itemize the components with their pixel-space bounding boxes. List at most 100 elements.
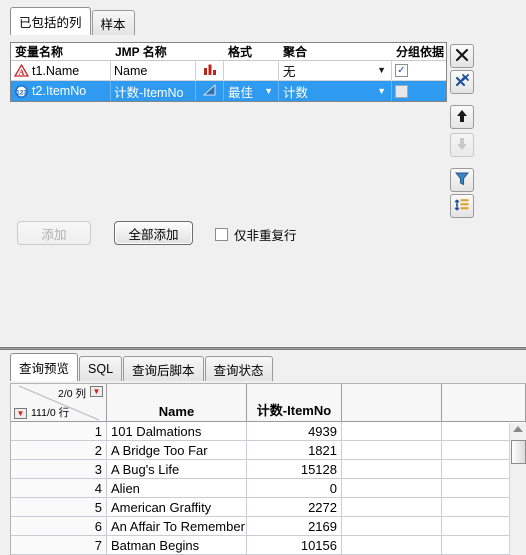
row-distribution-cell[interactable] [196,81,224,101]
table-vertical-scrollbar[interactable] [509,423,526,555]
scrollbar-thumb[interactable] [511,440,526,464]
data-table-corner-cell[interactable]: 2/0 列 ▼ ▼ 111/0 行 [11,384,107,421]
columns-grid-row[interactable]: A t1.Name Name 无 ▼ ✓ [11,61,446,81]
row-variable-name-text: t2.ItemNo [32,84,87,98]
cell-count[interactable]: 4939 [247,422,342,440]
move-up-button[interactable] [450,105,474,129]
aggregate-dropdown[interactable]: 计数 ▼ [282,83,388,100]
table-row[interactable]: 1 101 Dalmations 4939 [11,422,526,441]
add-button[interactable]: 添加 [17,221,91,245]
move-down-button[interactable] [450,133,474,157]
bottom-tabstrip: 查询预览 SQL 查询后脚本 查询状态 [10,353,274,381]
row-number[interactable]: 2 [11,441,107,459]
rows-count-label: 111/0 行 [31,407,70,419]
row-number[interactable]: 4 [11,479,107,497]
remove-all-columns-button[interactable] [450,70,474,94]
svg-text:123: 123 [16,89,27,96]
row-aggregate-cell[interactable]: 计数 ▼ [279,81,392,101]
table-row[interactable]: 3 A Bug's Life 15128 [11,460,526,479]
row-format-cell[interactable]: 最佳 ▼ [224,81,279,101]
table-row[interactable]: 5 American Graffity 2272 [11,498,526,517]
row-jmp-name-cell[interactable]: 计数-ItemNo [111,81,196,101]
table-row[interactable]: 6 An Affair To Remember 2169 [11,517,526,536]
row-variable-name-cell[interactable]: 123 t2.ItemNo [11,81,111,101]
tab-query-preview[interactable]: 查询预览 [10,353,79,381]
format-dropdown[interactable]: 最佳 ▼ [227,83,275,100]
cell-name[interactable]: American Graffity [107,498,247,516]
header-variable-name: 变量名称 [15,45,64,59]
row-number[interactable]: 3 [11,460,107,478]
column-header-empty-1[interactable] [342,384,442,421]
rows-menu-icon[interactable]: ▼ [14,408,27,419]
row-jmp-name-text: Name [114,63,148,78]
add-button-label: 添加 [41,227,67,242]
cell-count[interactable]: 2169 [247,517,342,535]
table-row[interactable]: 2 A Bridge Too Far 1821 [11,441,526,460]
row-group-by-cell[interactable] [392,81,446,101]
cell-name[interactable]: Batman Begins [107,536,247,554]
row-number[interactable]: 6 [11,517,107,535]
sort-button[interactable] [450,194,474,218]
row-distribution-cell[interactable] [196,61,224,80]
row-format-text: 最佳 [228,85,254,100]
row-jmp-name-cell[interactable]: Name [111,61,196,80]
cell-count[interactable]: 10156 [247,536,342,554]
cell-empty-1[interactable] [342,460,442,478]
cell-name[interactable]: Alien [107,479,247,497]
column-header-name[interactable]: Name [107,384,247,421]
row-aggregate-cell[interactable]: 无 ▼ [279,61,392,80]
row-variable-name-cell[interactable]: A t1.Name [11,61,111,80]
distinct-rows-only-option[interactable]: 仅非重复行 [215,225,297,244]
tab-query-status[interactable]: 查询状态 [204,356,273,381]
funnel-icon [454,171,470,190]
cell-count[interactable]: 0 [247,479,342,497]
distinct-rows-only-checkbox[interactable] [215,228,228,241]
row-number[interactable]: 7 [11,536,107,554]
header-format: 格式 [228,45,253,59]
arrow-up-icon [454,108,470,127]
x-icon [454,47,470,66]
row-number[interactable]: 1 [11,422,107,440]
add-all-button[interactable]: 全部添加 [114,221,193,245]
tab-included-columns[interactable]: 已包括的列 [10,7,91,35]
cell-name[interactable]: An Affair To Remember [107,517,247,535]
row-jmp-name-text: 计数-ItemNo [114,85,184,100]
table-row[interactable]: 7 Batman Begins 10156 [11,536,526,555]
aggregate-dropdown[interactable]: 无 ▼ [282,63,388,79]
cell-count[interactable]: 15128 [247,460,342,478]
cell-name[interactable]: A Bridge Too Far [107,441,247,459]
continuous-numeric-icon: 123 [14,84,29,98]
cell-name[interactable]: A Bug's Life [107,460,247,478]
cell-empty-1[interactable] [342,536,442,554]
tab-sql[interactable]: SQL [79,356,123,381]
group-by-checkbox[interactable] [395,84,408,98]
cell-count[interactable]: 1821 [247,441,342,459]
column-header-count-itemno[interactable]: 计数-ItemNo [247,384,342,421]
row-format-cell[interactable] [224,61,279,80]
splitter-line [0,348,526,349]
columns-menu-icon[interactable]: ▼ [90,386,103,397]
scroll-up-arrow-icon[interactable] [513,426,523,432]
cell-name[interactable]: 101 Dalmations [107,422,247,440]
tab-sample[interactable]: 样本 [91,10,135,35]
group-by-checkbox[interactable]: ✓ [395,64,408,77]
tab-sample-label: 样本 [100,17,126,32]
row-variable-name-text: t1.Name [32,63,80,78]
cell-empty-1[interactable] [342,479,442,497]
table-row[interactable]: 4 Alien 0 [11,479,526,498]
columns-grid-row[interactable]: 123 t2.ItemNo 计数-ItemNo 最佳 ▼ 计数 ▼ [11,81,446,101]
tab-included-columns-label: 已包括的列 [19,16,82,30]
remove-column-button[interactable] [450,44,474,68]
cell-count[interactable]: 2272 [247,498,342,516]
cell-empty-1[interactable] [342,517,442,535]
row-number[interactable]: 5 [11,498,107,516]
filter-button[interactable] [450,168,474,192]
distinct-rows-only-label: 仅非重复行 [234,229,297,243]
cell-empty-1[interactable] [342,498,442,516]
tab-post-query-script[interactable]: 查询后脚本 [123,356,204,381]
cell-empty-1[interactable] [342,441,442,459]
nominal-character-icon: A [13,63,30,77]
cell-empty-1[interactable] [342,422,442,440]
row-group-by-cell[interactable]: ✓ [392,61,446,80]
column-header-empty-2[interactable] [442,384,526,421]
